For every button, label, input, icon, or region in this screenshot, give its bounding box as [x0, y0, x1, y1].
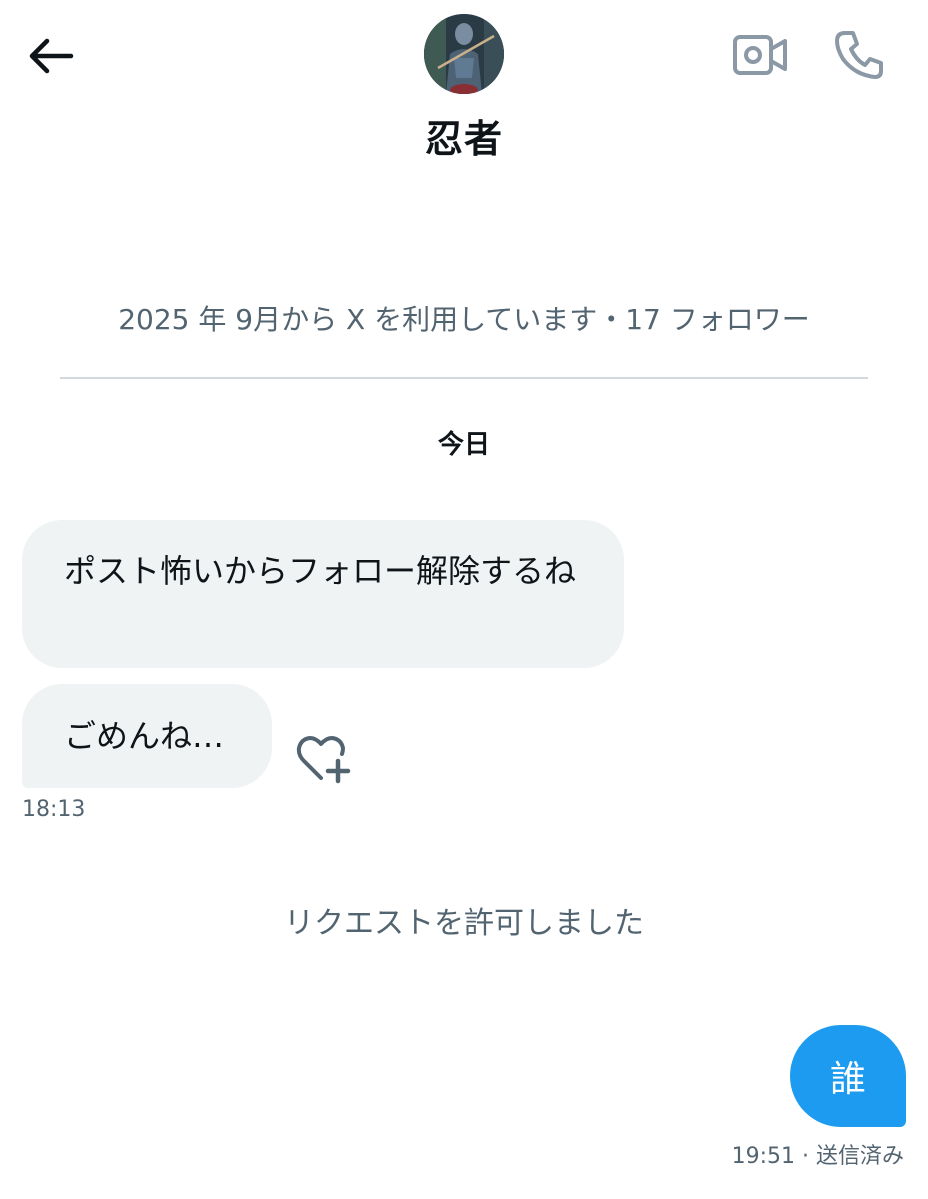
message-timestamp: 18:13 — [22, 797, 86, 822]
contact-name[interactable]: 忍者 — [0, 108, 928, 163]
voice-call-button[interactable] — [830, 26, 888, 84]
message-text: ポスト怖いからフォロー解除するね — [64, 552, 577, 590]
incoming-message-bubble[interactable]: ごめんね… — [22, 684, 272, 788]
message-text: ごめんね… — [64, 717, 225, 755]
divider — [60, 377, 868, 379]
back-button[interactable] — [22, 28, 78, 84]
heart-plus-icon — [296, 736, 351, 784]
ninja-avatar — [424, 14, 504, 94]
contact-avatar[interactable] — [424, 14, 504, 94]
video-camera-icon — [733, 35, 787, 75]
incoming-message-bubble[interactable]: ポスト怖いからフォロー解除するね — [22, 520, 624, 668]
outgoing-message-bubble[interactable]: 誰 — [790, 1025, 906, 1127]
message-status: 19:51 · 送信済み — [731, 1144, 904, 1169]
message-text: 誰 — [829, 1059, 866, 1100]
profile-info: 2025 年 9月から X を利用しています・17 フォロワー — [118, 303, 810, 336]
system-message: リクエストを許可しました — [284, 906, 644, 941]
add-reaction-button[interactable] — [292, 730, 354, 788]
day-separator: 今日 — [437, 430, 490, 460]
phone-icon — [835, 31, 883, 79]
video-call-button[interactable] — [730, 30, 790, 80]
arrow-left-icon — [29, 38, 74, 74]
